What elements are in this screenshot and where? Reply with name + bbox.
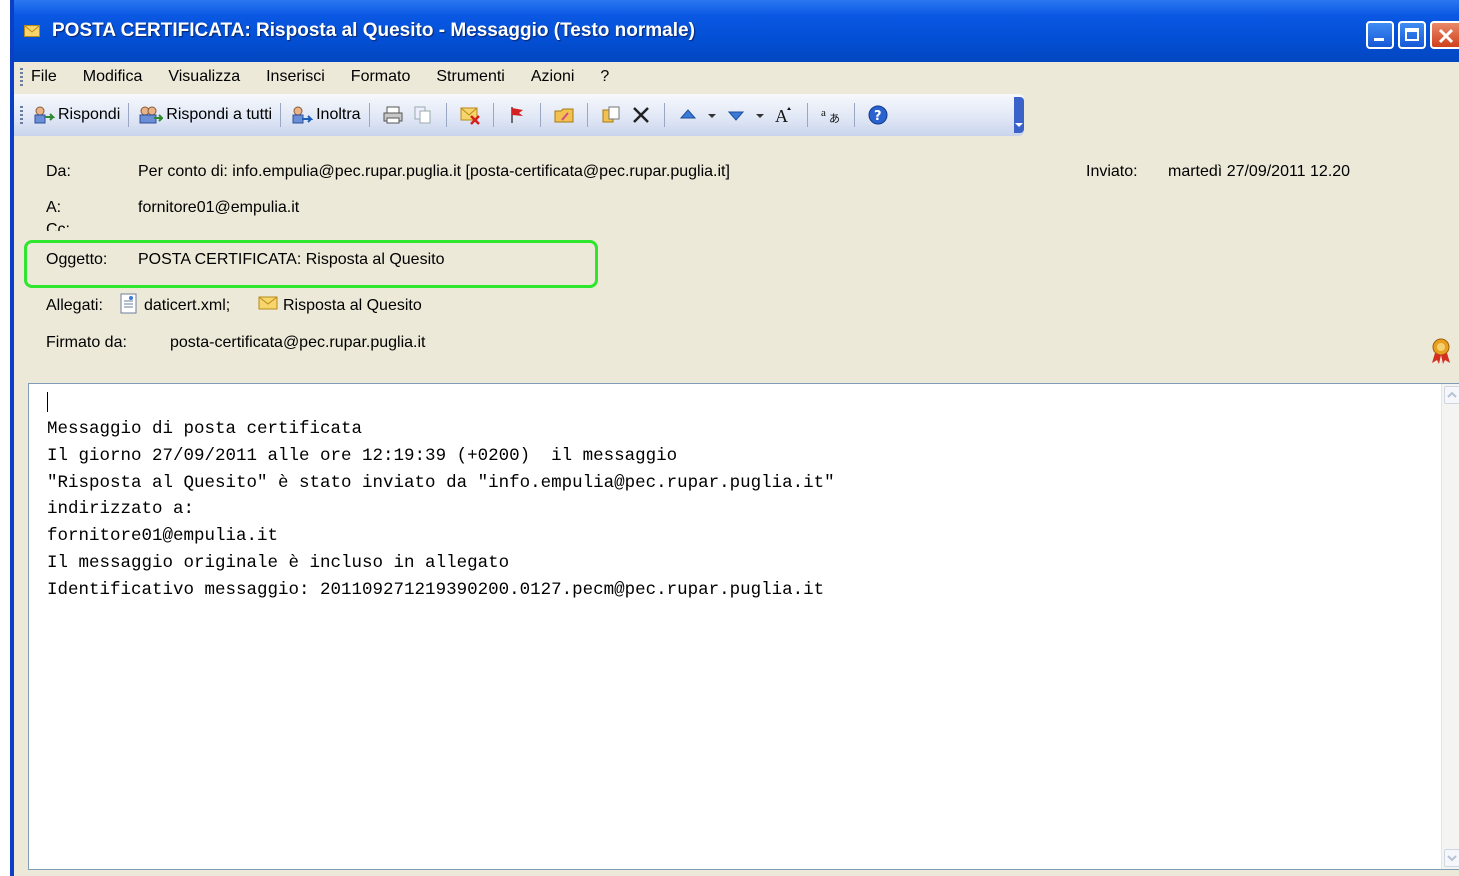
toolbar-separator (853, 103, 855, 127)
reply-button[interactable]: Rispondi (31, 105, 120, 125)
reply-all-button[interactable]: Rispondi a tutti (137, 105, 272, 125)
delete-icon[interactable] (630, 104, 652, 126)
toolbar-separator (586, 103, 588, 127)
toolbar-separator (445, 103, 447, 127)
attachments-label: Allegati: (46, 297, 103, 314)
toolbar-separator (539, 103, 541, 127)
body-line: Identificativo messaggio: 20110927121939… (47, 579, 825, 600)
svg-text:あ: あ (829, 112, 840, 125)
svg-text:A: A (775, 106, 788, 126)
toolbar-separator (280, 103, 282, 127)
body-line: Il giorno 27/09/2011 alle ore 12:19:39 (… (47, 445, 678, 466)
close-icon (1438, 28, 1454, 44)
help-icon[interactable]: ? (867, 104, 889, 126)
toolbar-grip[interactable] (20, 106, 23, 124)
menu-grip[interactable] (20, 68, 23, 86)
reply-icon (34, 106, 55, 124)
from-value[interactable]: Per conto di: info.empulia@pec.rupar.pug… (138, 163, 730, 181)
move-icon[interactable] (600, 104, 622, 126)
standard-toolbar: Rispondi Rispondi a tutti Inoltra A a あ … (14, 94, 1024, 136)
menu-formato[interactable]: Formato (351, 68, 411, 86)
close-button[interactable] (1430, 21, 1459, 49)
body-line: Il messaggio originale è incluso in alle… (47, 552, 510, 573)
certificate-icon[interactable] (1429, 337, 1453, 365)
toolbar-separator (368, 103, 370, 127)
toolbar-options-button[interactable] (1014, 97, 1024, 133)
menu-help[interactable]: ? (600, 68, 609, 86)
attachment-risposta[interactable]: Risposta al Quesito (283, 297, 422, 315)
sent-value: martedì 27/09/2011 12.20 (1168, 163, 1351, 180)
signed-label: Firmato da: (46, 334, 127, 351)
reply-all-label: Rispondi a tutti (166, 106, 273, 123)
title-bar[interactable]: POSTA CERTIFICATA: Risposta al Quesito -… (14, 0, 1459, 62)
subject-label: Oggetto: (46, 251, 108, 268)
menu-visualizza[interactable]: Visualizza (168, 68, 240, 86)
forward-label: Inoltra (316, 106, 361, 123)
message-window: POSTA CERTIFICATA: Risposta al Quesito -… (10, 0, 1459, 876)
toolbar-separator (806, 103, 808, 127)
chevron-down-icon[interactable] (707, 104, 717, 126)
body-line: fornitore01@empulia.it (47, 526, 279, 547)
menu-bar: File Modifica Visualizza Inserisci Forma… (14, 62, 1459, 92)
svg-text:?: ? (874, 109, 882, 124)
window-title: POSTA CERTIFICATA: Risposta al Quesito -… (52, 20, 695, 41)
reply-all-icon (139, 106, 164, 124)
chevron-down-icon (1447, 855, 1457, 862)
scroll-up-button[interactable] (1444, 386, 1459, 404)
translate-icon[interactable]: a あ (820, 104, 842, 126)
menu-modifica[interactable]: Modifica (83, 68, 143, 86)
svg-text:a: a (821, 107, 826, 119)
minimize-button[interactable] (1366, 21, 1394, 49)
to-label: A: (46, 199, 62, 216)
message-text: Messaggio di posta certificata Il giorno … (47, 416, 835, 604)
font-size-icon[interactable]: A (773, 104, 795, 126)
chevron-down-icon[interactable] (755, 104, 765, 126)
message-body[interactable]: Messaggio di posta certificata Il giorno … (28, 383, 1459, 870)
vertical-scrollbar[interactable] (1441, 384, 1459, 869)
menu-strumenti[interactable]: Strumenti (436, 68, 504, 86)
move-to-folder-icon[interactable] (459, 104, 481, 126)
copy-icon[interactable] (412, 104, 434, 126)
toolbar-separator (492, 103, 494, 127)
previous-item-icon[interactable] (677, 104, 699, 126)
envelope-icon (24, 25, 40, 37)
forward-button[interactable]: Inoltra (289, 105, 361, 125)
message-header: Da: Per conto di: info.empulia@pec.rupar… (14, 137, 1459, 382)
scroll-down-button[interactable] (1444, 849, 1459, 867)
reply-label: Rispondi (58, 106, 121, 123)
from-label: Da: (46, 163, 71, 180)
sent-label: Inviato: (1086, 163, 1138, 180)
body-line: indirizzato a: (47, 499, 195, 520)
toolbar-separator (128, 103, 130, 127)
chevron-up-icon (1447, 391, 1457, 398)
menu-inserisci[interactable]: Inserisci (266, 68, 325, 86)
menu-azioni[interactable]: Azioni (531, 68, 575, 86)
folder-icon[interactable] (553, 104, 575, 126)
chevron-down-icon (1015, 123, 1023, 127)
maximize-button[interactable] (1398, 21, 1426, 49)
subject-value: POSTA CERTIFICATA: Risposta al Quesito (138, 251, 445, 268)
toolbar-separator (663, 103, 665, 127)
to-value[interactable]: fornitore01@empulia.it (138, 199, 299, 217)
flag-icon[interactable] (506, 104, 528, 126)
minimize-icon (1374, 38, 1384, 41)
attachment-daticert[interactable]: daticert.xml; (144, 297, 230, 315)
print-icon[interactable] (382, 104, 404, 126)
cc-label: Cc: (46, 221, 70, 231)
xml-file-icon (120, 293, 137, 314)
text-caret (47, 392, 48, 412)
signed-value: posta-certificata@pec.rupar.puglia.it (170, 334, 426, 351)
maximize-icon (1405, 28, 1419, 41)
next-item-icon[interactable] (725, 104, 747, 126)
envelope-icon (258, 296, 278, 310)
menu-file[interactable]: File (31, 68, 57, 86)
body-line: "Risposta al Quesito" è stato inviato da… (47, 472, 835, 493)
forward-icon (292, 106, 314, 124)
body-line: Messaggio di posta certificata (47, 419, 363, 439)
